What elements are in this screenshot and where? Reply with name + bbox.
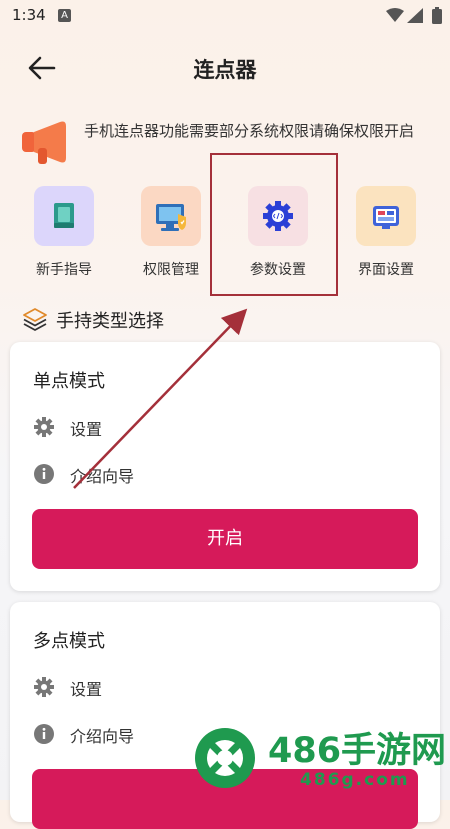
- shortcut-label: 权限管理: [143, 262, 199, 278]
- shortcut-grid: 新手指导 权限管理 参数设置 界面设置: [0, 186, 450, 286]
- mode-settings-row[interactable]: 设置: [33, 412, 413, 442]
- signal-icon: [407, 8, 423, 23]
- mode-settings-label: 设置: [70, 680, 103, 699]
- watermark-logo: [195, 728, 255, 788]
- shortcut-beginner-guide[interactable]: 新手指导: [19, 186, 109, 279]
- notification-badge: A: [58, 9, 71, 22]
- shortcut-label: 新手指导: [36, 262, 92, 278]
- shortcut-tile: [248, 186, 308, 246]
- mode-settings-row[interactable]: 设置: [33, 672, 413, 702]
- shortcut-permission-management[interactable]: 权限管理: [126, 186, 216, 279]
- mode-title: 单点模式: [33, 371, 105, 392]
- monitor-shield-icon: [156, 204, 186, 231]
- gear-code-icon: [263, 201, 293, 231]
- layout-icon: [373, 206, 399, 229]
- mode-guide-row[interactable]: 介绍向导: [33, 459, 413, 489]
- shortcut-label: 参数设置: [250, 262, 306, 278]
- info-icon: [34, 464, 54, 484]
- top-bar: 连点器: [0, 40, 450, 96]
- status-time: 1:34: [12, 6, 46, 24]
- watermark-brand: 486手游网: [268, 731, 447, 771]
- mode-guide-label: 介绍向导: [70, 727, 135, 746]
- permission-notice: 手机连点器功能需要部分系统权限请确保权限开启: [22, 116, 432, 172]
- wifi-icon: [386, 8, 404, 22]
- shortcut-parameter-settings[interactable]: 参数设置: [233, 186, 323, 279]
- mode-card-single: 单点模式 设置 介绍向导 开启: [10, 342, 440, 591]
- status-bar: 1:34 A: [0, 0, 450, 32]
- notice-text: 手机连点器功能需要部分系统权限请确保权限开启: [84, 122, 415, 140]
- book-icon: [54, 203, 74, 228]
- mode-title: 多点模式: [33, 631, 105, 652]
- page-title: 连点器: [193, 58, 257, 82]
- shortcut-tile: [356, 186, 416, 246]
- shortcut-label: 界面设置: [358, 262, 414, 278]
- watermark-site: 486g.com: [300, 770, 410, 790]
- gear-icon: [34, 677, 54, 697]
- section-title: 手持类型选择: [56, 311, 164, 332]
- start-button[interactable]: 开启: [32, 509, 418, 569]
- layers-icon: [23, 308, 47, 331]
- megaphone-icon: [22, 121, 66, 164]
- shortcut-tile: [141, 186, 201, 246]
- gear-icon: [34, 417, 54, 437]
- mode-settings-label: 设置: [70, 420, 103, 439]
- shortcut-interface-settings[interactable]: 界面设置: [341, 186, 431, 279]
- battery-icon: [432, 7, 442, 24]
- info-icon: [34, 724, 54, 744]
- mode-guide-label: 介绍向导: [70, 467, 135, 486]
- shortcut-tile: [34, 186, 94, 246]
